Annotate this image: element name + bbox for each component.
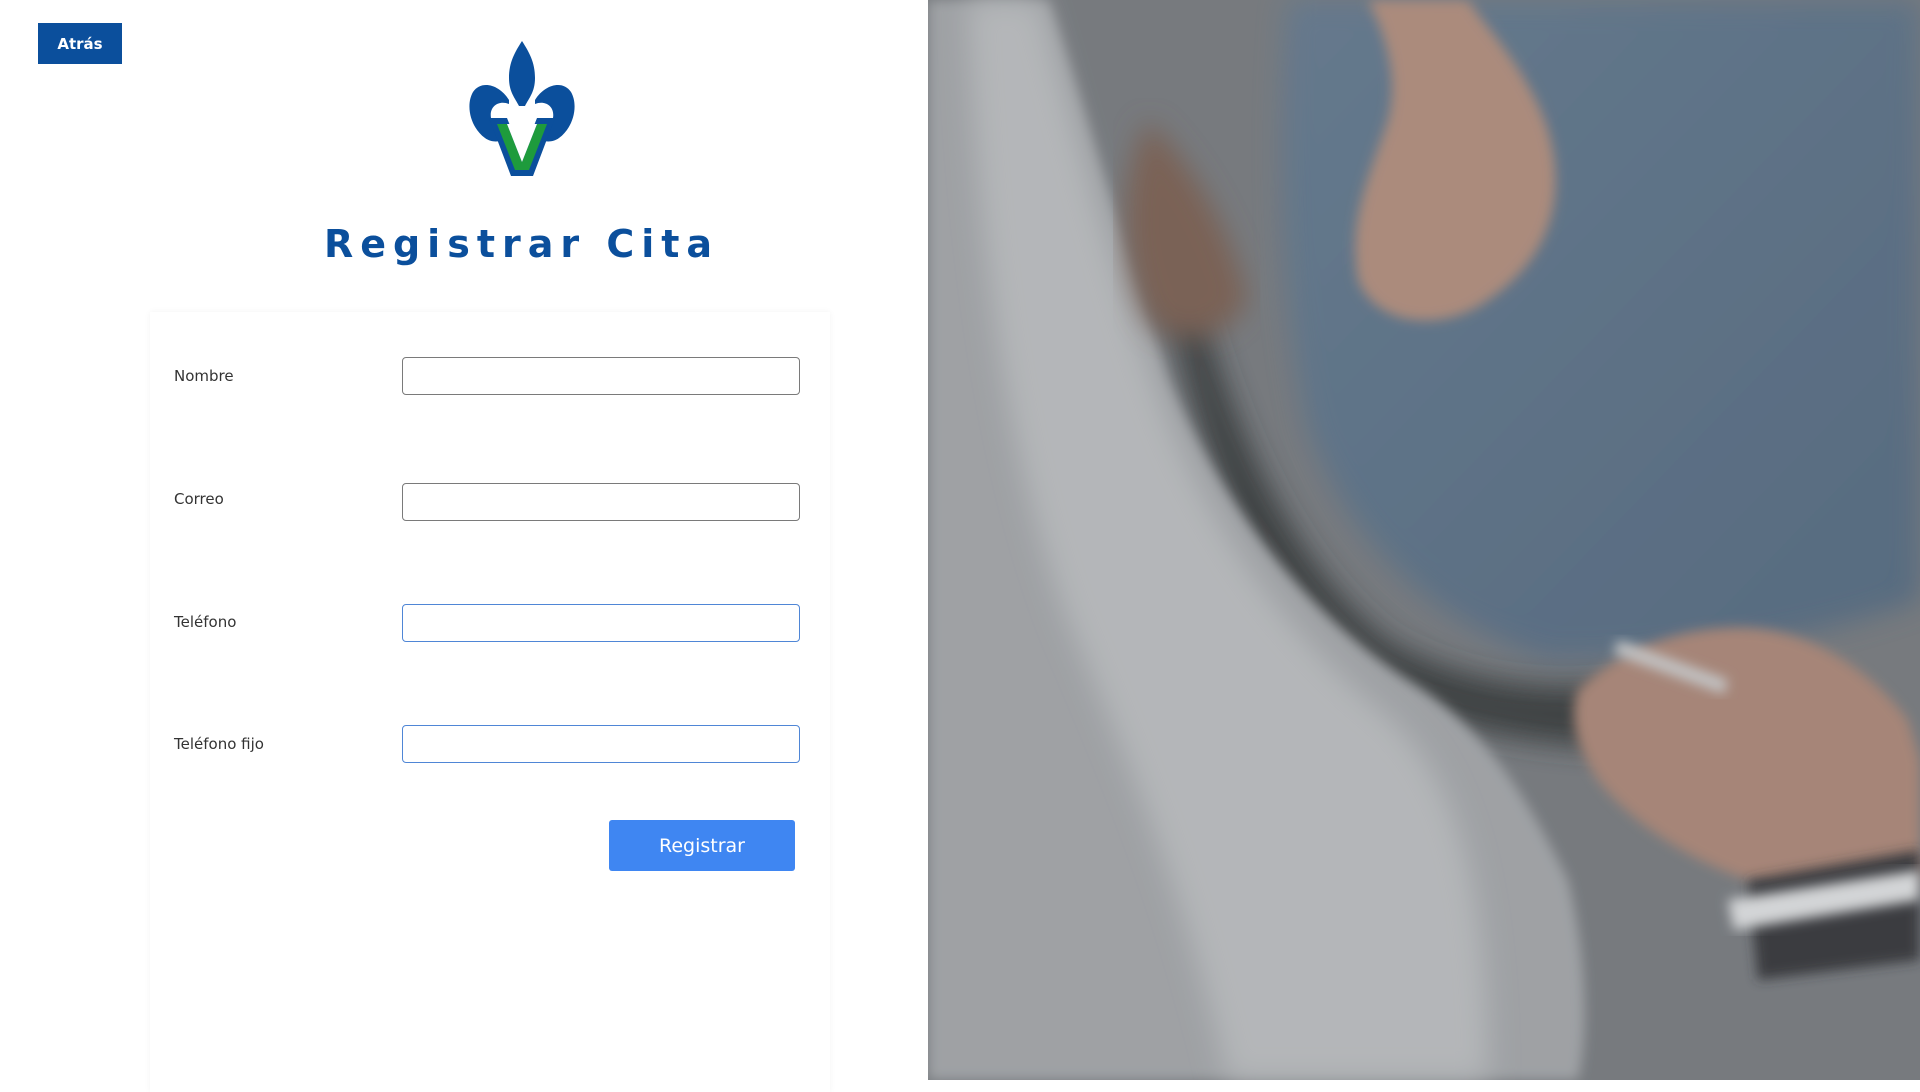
nombre-input[interactable] xyxy=(402,357,800,395)
appointment-form: Nombre Correo Teléfono Teléfono fijo Reg… xyxy=(150,312,830,1092)
doctor-patient-photo xyxy=(928,0,1920,1080)
correo-input[interactable] xyxy=(402,483,800,521)
field-label-telefono-fijo: Teléfono fijo xyxy=(174,735,264,753)
field-label-correo: Correo xyxy=(174,490,224,508)
telefono-input[interactable] xyxy=(402,604,800,642)
form-panel: Atrás Registrar Cita Nombre Correo Teléf… xyxy=(0,0,928,1092)
field-label-nombre: Nombre xyxy=(174,367,234,385)
page-title: Registrar Cita xyxy=(323,222,720,266)
field-label-telefono: Teléfono xyxy=(174,613,237,631)
telefono-fijo-input[interactable] xyxy=(402,725,800,763)
back-button[interactable]: Atrás xyxy=(38,23,122,64)
register-button[interactable]: Registrar xyxy=(609,820,795,871)
fleur-de-lis-v-logo xyxy=(465,38,580,180)
